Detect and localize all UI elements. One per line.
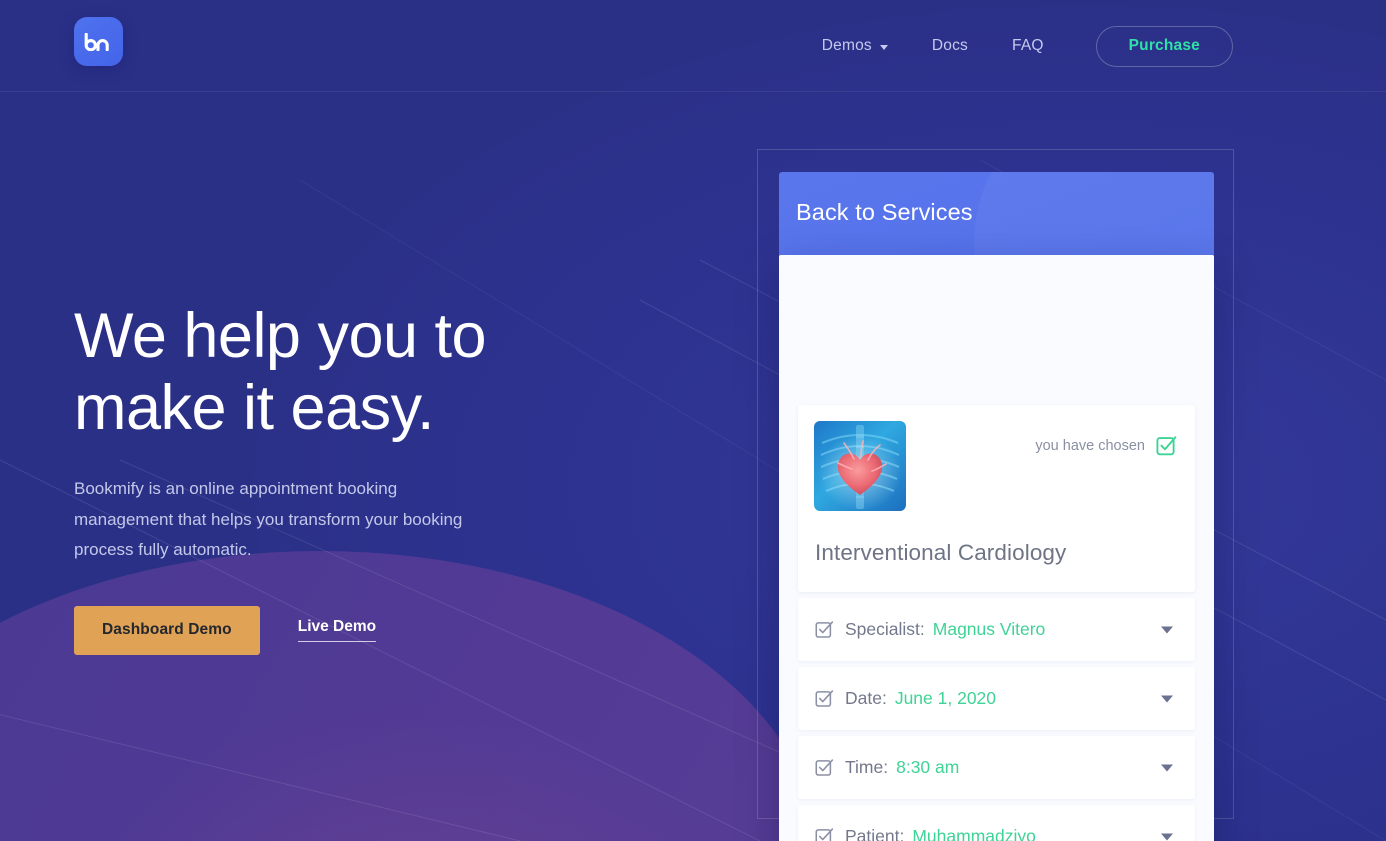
chevron-down-icon[interactable] (1161, 626, 1173, 633)
field-value-specialist: Magnus Vitero (932, 619, 1046, 639)
check-square-icon (815, 827, 834, 841)
field-value-time: 8:30 am (896, 757, 960, 777)
field-row-specialist[interactable]: Specialist: Magnus Vitero (798, 598, 1195, 661)
brand-logo[interactable] (74, 17, 123, 66)
nav-item-demos[interactable]: Demos (800, 37, 910, 55)
heart-anatomy-illustration (814, 421, 906, 511)
selected-service-card: you have chosen Interventional Cardiolog… (798, 405, 1195, 592)
widget-body: you have chosen Interventional Cardiolog… (779, 255, 1214, 841)
main-navigation: Demos Docs FAQ Purchase (800, 0, 1233, 92)
check-square-icon (815, 758, 834, 777)
hero-subtitle: Bookmify is an online appointment bookin… (74, 479, 463, 559)
field-label-patient: Patient: (845, 826, 905, 841)
check-square-icon (1156, 436, 1177, 456)
chevron-down-icon[interactable] (1161, 833, 1173, 840)
booking-widget: Back to Services you have chosen Interve… (757, 149, 1234, 841)
chevron-down-icon (879, 44, 888, 50)
check-square-icon (815, 620, 834, 639)
field-label-time: Time: (845, 757, 889, 777)
bookmify-logo-icon (84, 32, 109, 51)
field-row-time[interactable]: Time: 8:30 am (798, 736, 1195, 799)
chevron-down-icon[interactable] (1161, 764, 1173, 771)
live-demo-link[interactable]: Live Demo (297, 618, 377, 642)
nav-item-docs-label: Docs (931, 37, 968, 54)
service-name: Interventional Cardiology (815, 540, 1067, 565)
hero-section: We help you to make it easy. Bookmify is… (74, 300, 594, 655)
field-label-date: Date: (845, 688, 887, 708)
back-to-services-link[interactable]: Back to Services (796, 199, 973, 226)
page-title: We help you to make it easy. (74, 301, 487, 443)
site-header: Demos Docs FAQ Purchase (0, 0, 1386, 92)
chosen-label: you have chosen (1035, 437, 1145, 454)
dashboard-demo-button[interactable]: Dashboard Demo (74, 605, 260, 655)
nav-item-faq[interactable]: FAQ (990, 37, 1066, 55)
field-label-specialist: Specialist: (845, 619, 925, 639)
nav-item-faq-label: FAQ (1012, 37, 1044, 54)
field-row-patient[interactable]: Patient: Muhammadziyo (798, 805, 1195, 841)
nav-item-demos-label: Demos (821, 37, 872, 54)
chevron-down-icon[interactable] (1161, 695, 1173, 702)
hero-actions: Dashboard Demo Live Demo (74, 605, 594, 655)
field-value-patient: Muhammadziyo (912, 826, 1036, 841)
widget-content-stack: you have chosen Interventional Cardiolog… (798, 405, 1195, 841)
field-row-date[interactable]: Date: June 1, 2020 (798, 667, 1195, 730)
nav-item-docs[interactable]: Docs (910, 37, 990, 55)
check-square-icon (815, 689, 834, 708)
field-value-date: June 1, 2020 (894, 688, 997, 708)
purchase-button[interactable]: Purchase (1095, 25, 1233, 67)
chosen-indicator: you have chosen (1035, 435, 1177, 456)
